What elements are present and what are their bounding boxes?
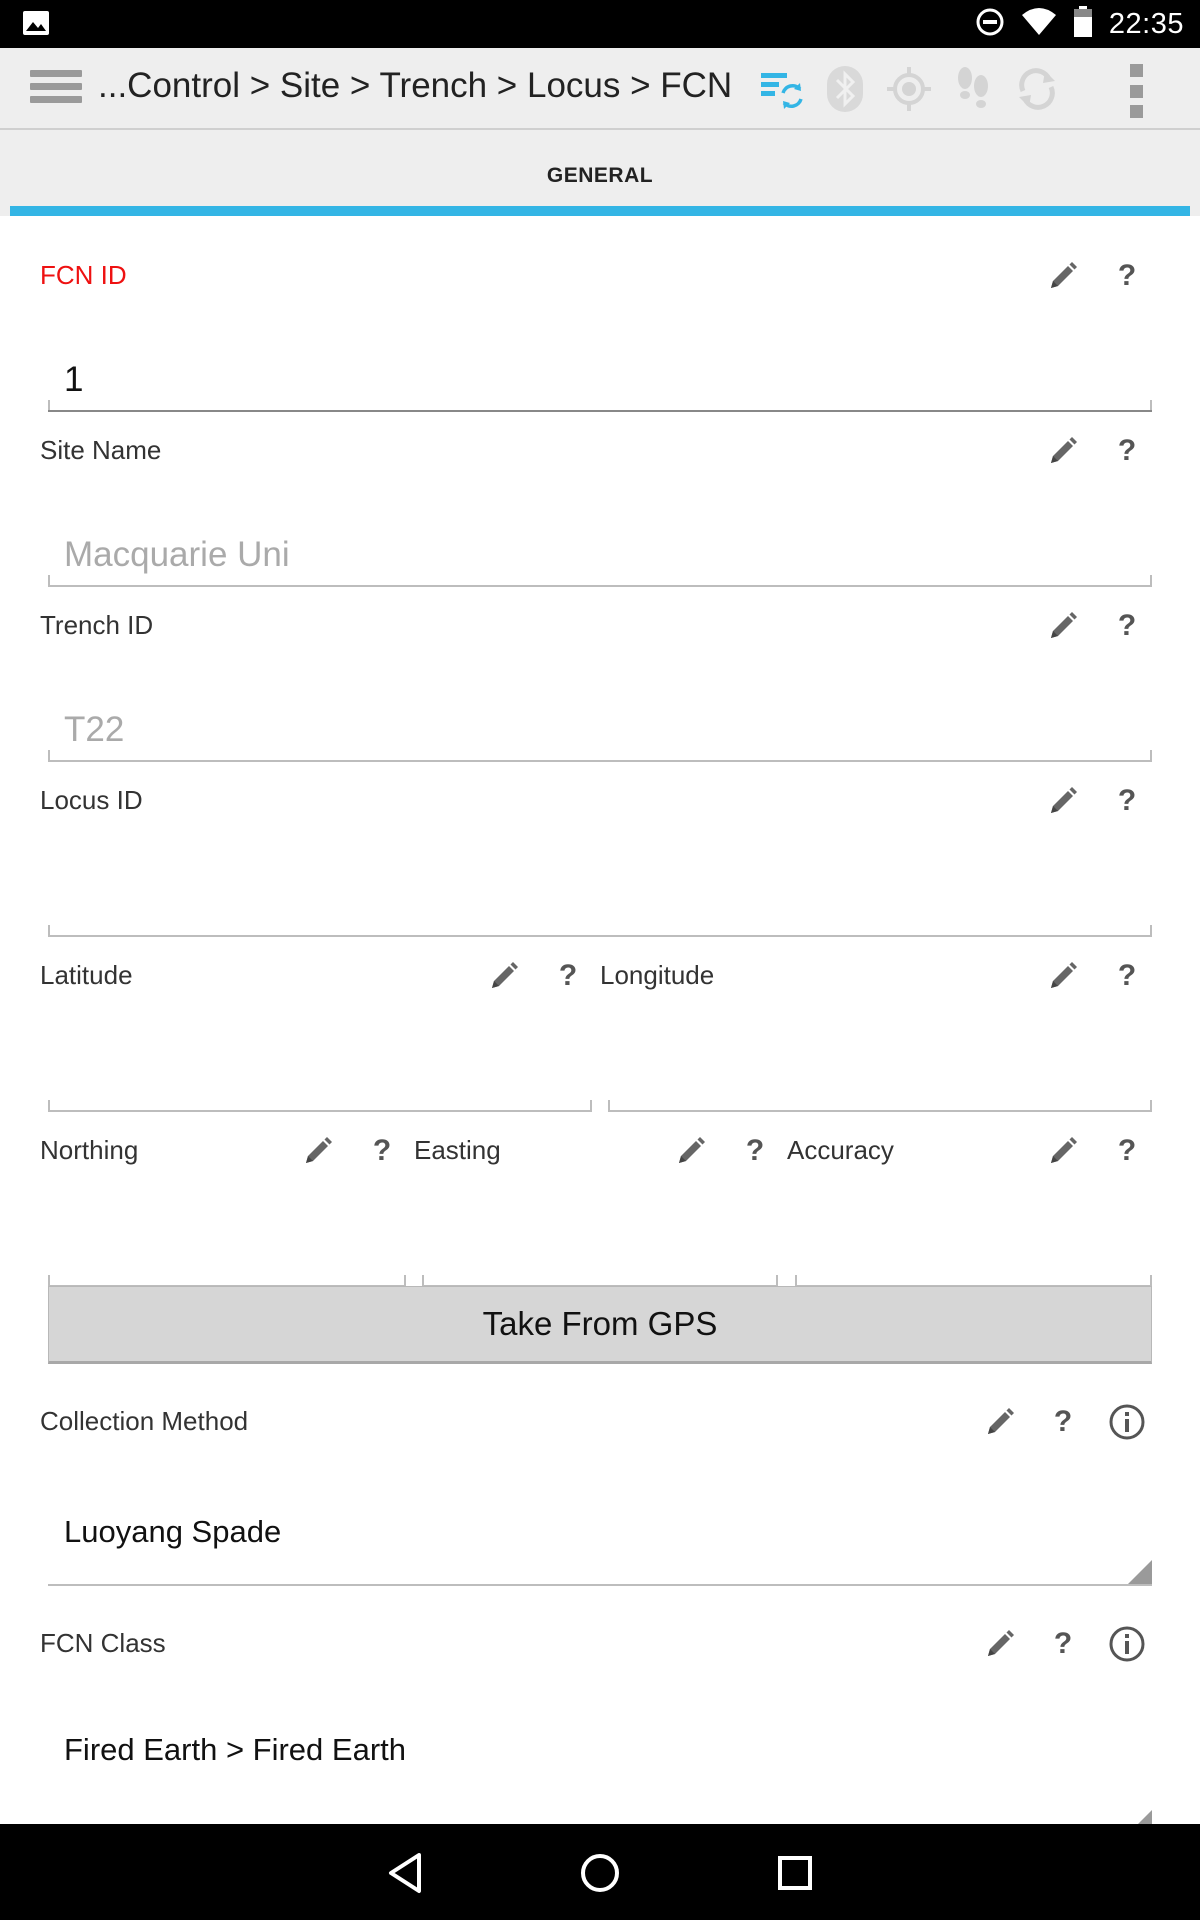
collection-method-edit-pencil-icon[interactable] — [980, 1402, 1020, 1442]
longitude-field[interactable] — [608, 1034, 1152, 1112]
latitude-edit-pencil-icon[interactable] — [484, 956, 524, 996]
fcn-class-info-icon[interactable] — [1107, 1624, 1147, 1664]
do-not-disturb-icon — [975, 7, 1005, 42]
collection-method-help-icon[interactable]: ? — [1043, 1402, 1083, 1442]
fcn-id-value: 1 — [64, 360, 84, 399]
fcn-id-help-icon[interactable]: ? — [1107, 256, 1147, 296]
back-icon[interactable] — [380, 1848, 430, 1898]
trench-id-help-icon[interactable]: ? — [1107, 606, 1147, 646]
image-notification-icon — [22, 10, 50, 41]
latitude-field[interactable] — [48, 1034, 592, 1112]
menu-icon[interactable] — [30, 70, 82, 110]
fcn-class-label: FCN Class — [40, 1628, 166, 1658]
fcn-id-edit-pencil-icon[interactable] — [1043, 256, 1083, 296]
easting-help-icon[interactable]: ? — [735, 1131, 775, 1171]
trench-id-field[interactable]: T22 — [48, 684, 1152, 762]
sync-list-icon[interactable] — [758, 66, 804, 112]
fcn-id-field[interactable]: 1 — [48, 334, 1152, 412]
tracking-icon[interactable] — [950, 66, 996, 112]
northing-help-icon[interactable]: ? — [362, 1131, 402, 1171]
northing-field[interactable] — [48, 1209, 406, 1287]
longitude-label: Longitude — [600, 960, 715, 990]
longitude-help-icon[interactable]: ? — [1107, 956, 1147, 996]
fcn-class-help-icon[interactable]: ? — [1043, 1624, 1083, 1664]
tab-bar: GENERAL — [0, 130, 1200, 216]
accuracy-field[interactable] — [795, 1209, 1152, 1287]
tab-indicator — [10, 206, 1190, 216]
fcn-id-label: FCN ID — [40, 260, 127, 290]
recents-icon[interactable] — [770, 1848, 820, 1898]
site-name-help-icon[interactable]: ? — [1107, 431, 1147, 471]
collection-method-label: Collection Method — [40, 1406, 249, 1436]
gps-icon[interactable] — [886, 66, 932, 112]
easting-label: Easting — [414, 1135, 501, 1165]
northing-edit-pencil-icon[interactable] — [298, 1131, 338, 1171]
breadcrumb[interactable]: ...Control > Site > Trench > Locus > FCN — [98, 66, 732, 106]
locus-id-field[interactable] — [48, 859, 1152, 937]
locus-id-help-icon[interactable]: ? — [1107, 781, 1147, 821]
collection-method-value: Luoyang Spade — [64, 1514, 282, 1549]
fcn-class-edit-pencil-icon[interactable] — [980, 1624, 1020, 1664]
northing-label: Northing — [40, 1135, 139, 1165]
trench-id-label: Trench ID — [40, 610, 154, 640]
locus-id-edit-pencil-icon[interactable] — [1043, 781, 1083, 821]
tab-general[interactable]: GENERAL — [10, 130, 1190, 216]
dropdown-triangle-icon — [1128, 1810, 1152, 1824]
longitude-edit-pencil-icon[interactable] — [1043, 956, 1083, 996]
latitude-help-icon[interactable]: ? — [548, 956, 588, 996]
site-name-field[interactable]: Macquarie Uni — [48, 509, 1152, 587]
trench-id-edit-pencil-icon[interactable] — [1043, 606, 1083, 646]
action-bar: ...Control > Site > Trench > Locus > FCN — [0, 48, 1200, 130]
site-name-label: Site Name — [40, 435, 162, 465]
tab-general-label: GENERAL — [546, 164, 654, 187]
fcn-class-value: Fired Earth > Fired Earth — [64, 1732, 406, 1767]
locus-id-label: Locus ID — [40, 785, 143, 815]
sync-icon[interactable] — [1014, 66, 1060, 112]
collection-method-dropdown[interactable]: Luoyang Spade — [48, 1472, 1152, 1586]
dropdown-triangle-icon — [1128, 1560, 1152, 1584]
fcn-class-dropdown[interactable]: Fired Earth > Fired Earth — [48, 1694, 1152, 1824]
clock: 22:35 — [1108, 7, 1184, 40]
wifi-icon — [1021, 7, 1057, 42]
easting-field[interactable] — [422, 1209, 778, 1287]
site-name-placeholder: Macquarie Uni — [64, 535, 290, 574]
accuracy-edit-pencil-icon[interactable] — [1043, 1131, 1083, 1171]
overflow-menu-icon[interactable] — [1122, 64, 1150, 118]
take-from-gps-button[interactable]: Take From GPS — [48, 1286, 1152, 1364]
bluetooth-icon[interactable] — [822, 66, 868, 112]
latitude-label: Latitude — [40, 960, 133, 990]
battery-icon — [1073, 5, 1093, 43]
collection-method-info-icon[interactable] — [1107, 1402, 1147, 1442]
home-icon[interactable] — [575, 1848, 625, 1898]
easting-edit-pencil-icon[interactable] — [671, 1131, 711, 1171]
navigation-bar — [0, 1824, 1200, 1920]
status-bar: 22:35 — [0, 0, 1200, 48]
accuracy-help-icon[interactable]: ? — [1107, 1131, 1147, 1171]
form: FCN ID ? 1 Site Name ? Macquarie Uni Tre… — [0, 216, 1200, 1824]
site-name-edit-pencil-icon[interactable] — [1043, 431, 1083, 471]
accuracy-label: Accuracy — [787, 1135, 894, 1165]
trench-id-placeholder: T22 — [64, 710, 125, 749]
